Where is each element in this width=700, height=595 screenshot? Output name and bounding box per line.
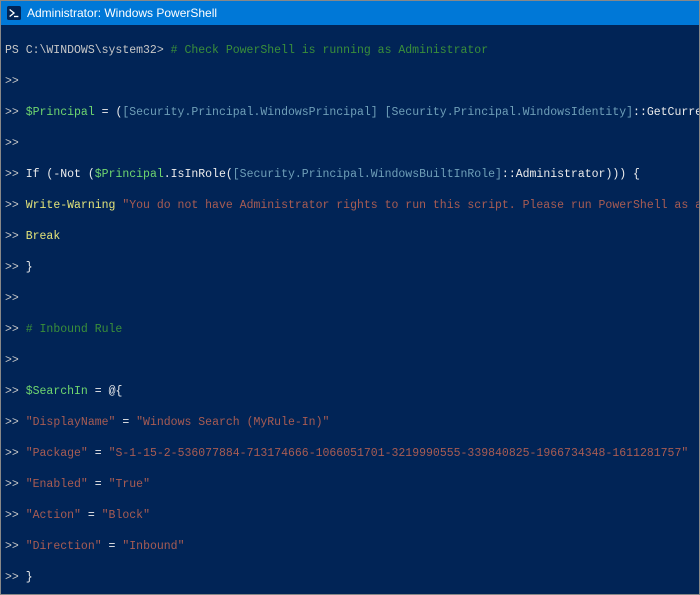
code-line: >> $SearchIn = @{ — [5, 384, 695, 400]
code-line: >> — [5, 353, 695, 369]
code-line: >> $Principal = ([Security.Principal.Win… — [5, 105, 695, 121]
code-line: >> "Enabled" = "True" — [5, 477, 695, 493]
comment: # Inbound Rule — [26, 323, 123, 336]
code-line: >> Break — [5, 229, 695, 245]
type-literal: [Security.Principal.WindowsPrincipal] — [122, 106, 377, 119]
powershell-window: Administrator: Windows PowerShell PS C:\… — [0, 0, 700, 595]
code-line: >> } — [5, 570, 695, 586]
code-line: >> "Direction" = "Inbound" — [5, 539, 695, 555]
code-line: >> "Package" = "S-1-15-2-536077884-71317… — [5, 446, 695, 462]
string: "You do not have Administrator rights to… — [122, 199, 699, 212]
window-title: Administrator: Windows PowerShell — [27, 5, 217, 21]
continuation-prompt: >> — [5, 75, 19, 88]
prompt: PS C:\WINDOWS\system32> — [5, 44, 164, 57]
titlebar[interactable]: Administrator: Windows PowerShell — [1, 1, 699, 25]
code-line: >> Write-Warning "You do not have Admini… — [5, 198, 695, 214]
powershell-icon — [7, 6, 21, 20]
code-line: >> — [5, 291, 695, 307]
code-line: >> — [5, 136, 695, 152]
variable: $Principal — [26, 106, 95, 119]
comment: # Check PowerShell is running as Adminis… — [171, 44, 488, 57]
code-line: >> # Inbound Rule — [5, 322, 695, 338]
cmdlet: Write-Warning — [26, 199, 116, 212]
terminal-area[interactable]: PS C:\WINDOWS\system32> # Check PowerShe… — [1, 25, 699, 594]
type-literal: [Security.Principal.WindowsIdentity] — [385, 106, 633, 119]
code-line: PS C:\WINDOWS\system32> # Check PowerShe… — [5, 43, 695, 59]
keyword: Break — [26, 230, 61, 243]
code-line: >> } — [5, 260, 695, 276]
code-line: >> "DisplayName" = "Windows Search (MyRu… — [5, 415, 695, 431]
code-line: >> "Action" = "Block" — [5, 508, 695, 524]
code-line: >> If (-Not ($Principal.IsInRole([Securi… — [5, 167, 695, 183]
code-line: >> — [5, 74, 695, 90]
